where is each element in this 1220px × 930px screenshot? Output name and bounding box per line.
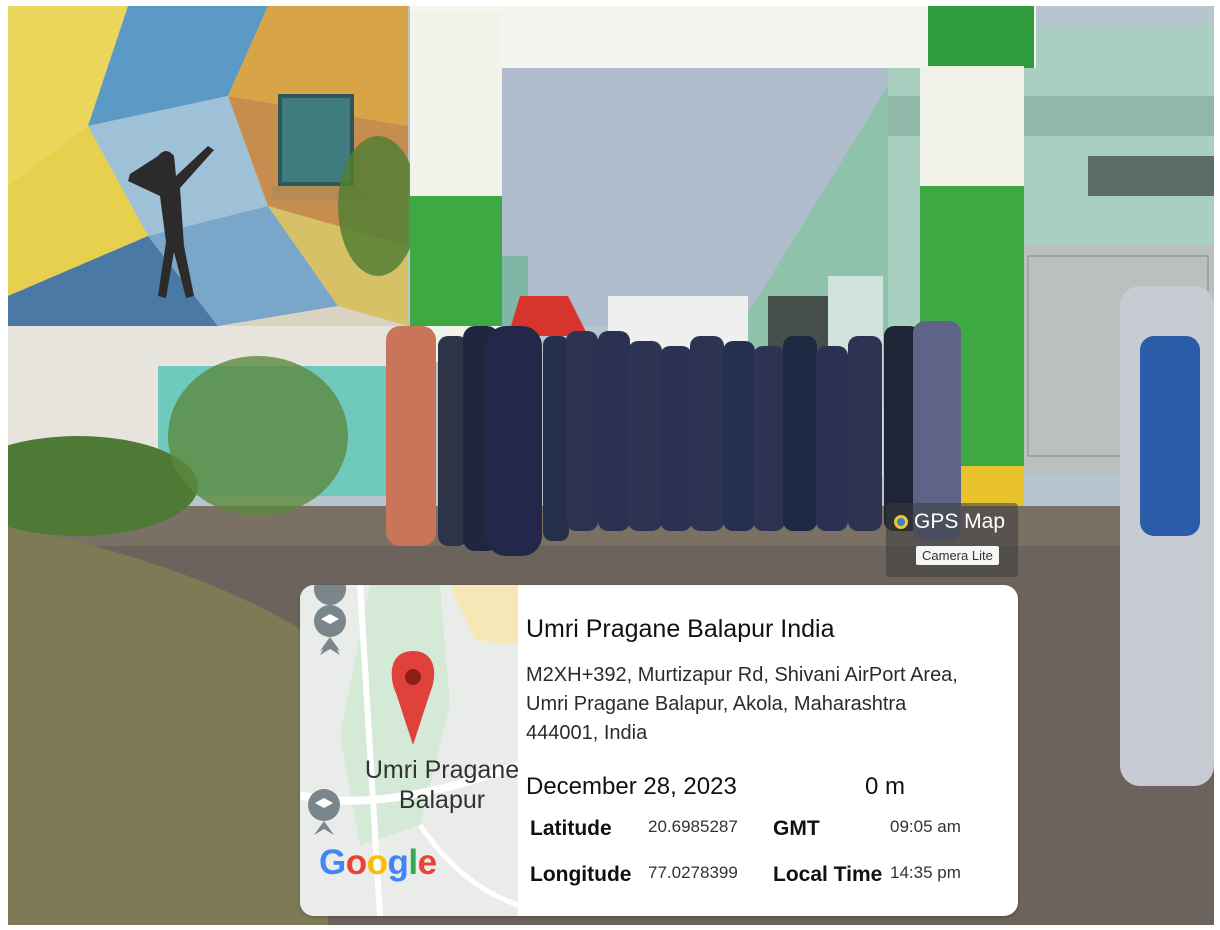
local-time-label: Local Time [773,863,883,886]
longitude-value: 77.0278399 [648,863,738,882]
mini-map: Umri Pragane Balapur Google [300,585,518,916]
google-logo: Google [319,843,437,882]
gps-map-title: GPS Map [914,510,1006,533]
gps-map-subtitle: Camera Lite [916,546,999,565]
gps-location-icon [894,515,908,529]
latitude-label: Latitude [530,817,612,840]
longitude-label: Longitude [530,863,632,886]
map-place-label-line1: Umri Pragane [364,756,518,784]
address-line: 444001, India [526,722,648,744]
address-line: M2XH+392, Murtizapur Rd, Shivani AirPort… [526,664,958,686]
capture-date: December 28, 2023 [526,773,737,800]
local-time-value: 14:35 pm [890,863,961,882]
altitude: 0 m [865,773,906,800]
gps-map-badge: GPS Map Camera Lite [886,503,1018,577]
map-place-label-line2: Balapur [398,786,486,814]
latitude-value: 20.6985287 [648,817,738,836]
place-name: Umri Pragane Balapur India [526,615,835,643]
gmt-value: 09:05 am [890,817,961,836]
address: M2XH+392, Murtizapur Rd, Shivani AirPort… [526,661,996,748]
address-line: Umri Pragane Balapur, Akola, Maharashtra [526,693,907,715]
gmt-label: GMT [773,817,820,840]
location-card: Umri Pragane Balapur Google Umri Pragane… [300,585,1018,916]
map-place-label: Umri Pragane Balapur [362,755,518,815]
